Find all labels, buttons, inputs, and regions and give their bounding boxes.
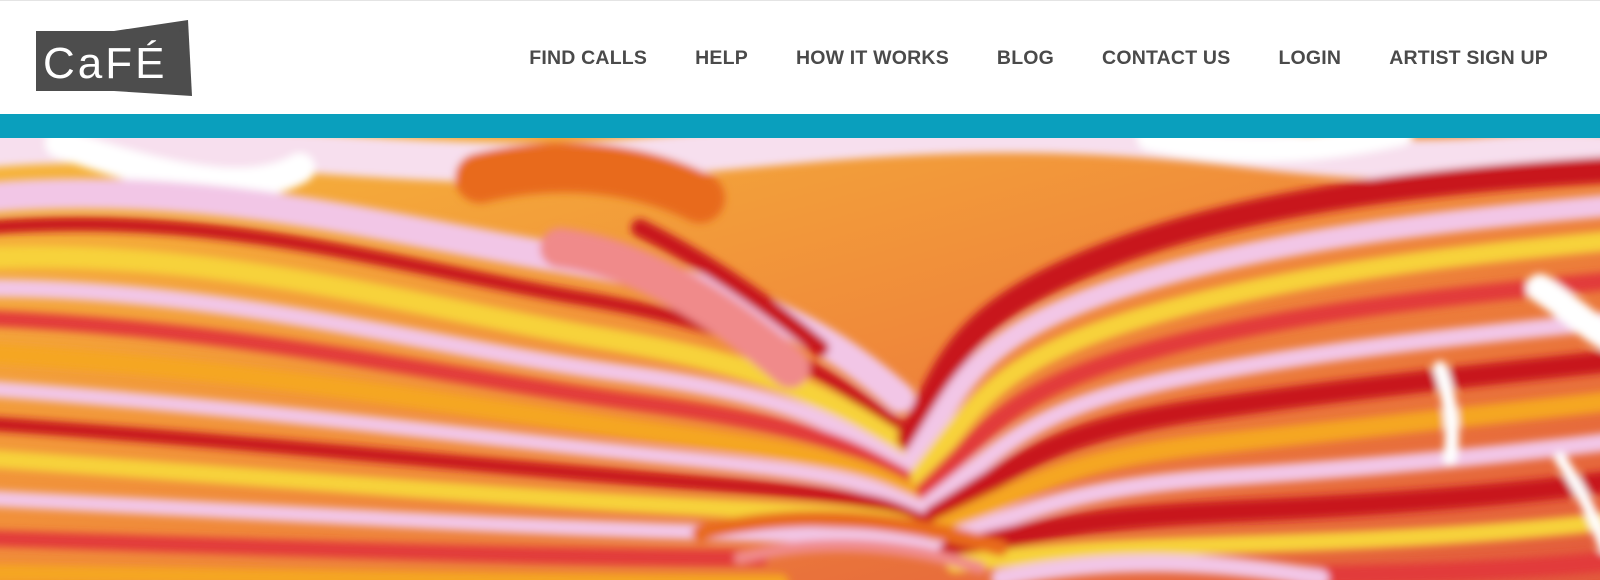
site-header: CaFÉ ™ FIND CALLS HELP HOW IT WORKS BLOG…: [0, 0, 1600, 114]
hero-marbled-paint-image: [0, 138, 1600, 580]
nav-how-it-works[interactable]: HOW IT WORKS: [796, 47, 949, 70]
logo-text: CaFÉ: [43, 39, 167, 88]
nav-login[interactable]: LOGIN: [1278, 47, 1341, 70]
nav-artist-sign-up[interactable]: ARTIST SIGN UP: [1389, 47, 1548, 70]
accent-bar: [0, 114, 1600, 138]
nav-contact-us[interactable]: CONTACT US: [1102, 47, 1230, 70]
hero-banner: [0, 138, 1600, 580]
nav-help[interactable]: HELP: [695, 47, 748, 70]
main-nav: FIND CALLS HELP HOW IT WORKS BLOG CONTAC…: [529, 1, 1548, 115]
nav-find-calls[interactable]: FIND CALLS: [529, 47, 647, 70]
nav-blog[interactable]: BLOG: [997, 47, 1054, 70]
logo-trademark: ™: [177, 28, 185, 37]
cafe-logo[interactable]: CaFÉ ™: [36, 20, 196, 96]
cafe-logo-mark: CaFÉ ™: [36, 20, 192, 96]
